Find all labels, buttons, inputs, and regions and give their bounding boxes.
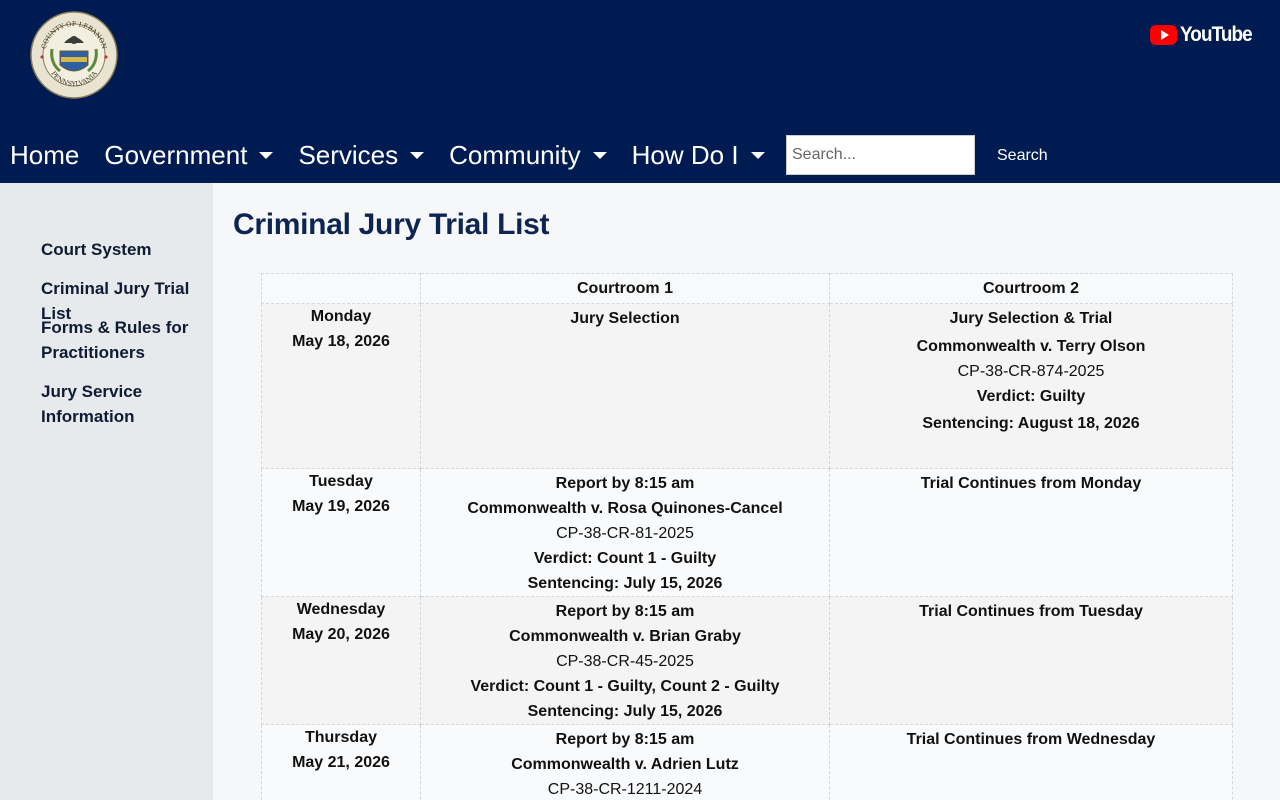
table-header-row: Courtroom 1 Courtroom 2	[261, 273, 1233, 304]
trial-list-table: Courtroom 1 Courtroom 2 Monday May 18, 20…	[261, 273, 1233, 800]
table-cell-courtroom-2: Trial Continues from Monday	[829, 468, 1233, 597]
table-row: Monday May 18, 2026 Jury Selection Jury Sel…	[261, 303, 1233, 469]
table-cell-date: Monday May 18, 2026	[261, 303, 421, 469]
cell-line: Sentencing: July 15, 2026	[527, 575, 723, 592]
nav-government[interactable]: Government	[104, 139, 274, 171]
cell-line: Verdict: Guilty	[976, 388, 1086, 405]
table-cell-courtroom-2: Jury Selection & Trial Commonwealth v. Te…	[829, 303, 1233, 469]
sidebar-item-forms-rules[interactable]: Forms & Rules for Practitioners	[41, 315, 191, 365]
search-input[interactable]	[786, 135, 975, 175]
cell-line: Report by 8:15 am	[555, 731, 695, 748]
cell-line: Sentencing: August 18, 2026	[922, 415, 1140, 432]
cell-line: Verdict: Count 1 - Guilty	[533, 550, 717, 567]
nav-services-label: Services	[298, 139, 399, 170]
nav-how-do-i-label: How Do I	[631, 139, 739, 170]
chevron-down-icon	[750, 151, 765, 159]
day-name: Thursday	[304, 729, 377, 746]
table-cell-date: Wednesday May 20, 2026	[261, 596, 421, 725]
table-header-courtroom-1: Courtroom 1	[420, 273, 830, 304]
table-cell-date: Thursday May 21, 2026	[261, 724, 421, 800]
youtube-label: YouTube	[1180, 23, 1253, 46]
nav-government-label: Government	[104, 139, 248, 170]
chevron-down-icon	[410, 151, 425, 159]
chevron-down-icon	[259, 151, 274, 159]
nav-community[interactable]: Community	[449, 139, 607, 171]
table-cell-date: Tuesday May 19, 2026	[261, 468, 421, 597]
sidebar: Court System Criminal Jury Trial List Fo…	[0, 183, 213, 800]
table-header-date	[261, 273, 421, 304]
cell-line: Commonwealth v. Terry Olson	[916, 338, 1146, 355]
day-name: Tuesday	[309, 473, 373, 490]
table-row: Wednesday May 20, 2026 Report by 8:15 am Co…	[261, 596, 1233, 725]
cell-line: Commonwealth v. Brian Graby	[509, 628, 741, 645]
youtube-link[interactable]: YouTube	[1150, 23, 1260, 47]
day-name: Wednesday	[296, 601, 386, 618]
cell-line: CP-38-CR-45-2025	[556, 653, 694, 670]
cell-line: Trial Continues from Wednesday	[906, 731, 1156, 748]
cell-line: Trial Continues from Monday	[920, 475, 1142, 492]
sidebar-item-jury-service-information[interactable]: Jury Service Information	[41, 379, 151, 429]
day-date: May 18, 2026	[292, 333, 390, 350]
cell-line: Verdict: Count 1 - Guilty, Count 2 - Gui…	[470, 678, 780, 695]
table-cell-courtroom-1: Jury Selection	[420, 303, 830, 469]
cell-line: Jury Selection	[570, 310, 680, 327]
search-button[interactable]: Search	[982, 140, 1063, 172]
table-cell-courtroom-2: Trial Continues from Wednesday	[829, 724, 1233, 800]
main-nav: Home Government Services Community How D…	[0, 136, 765, 174]
nav-community-label: Community	[449, 139, 581, 170]
cell-line: CP-38-CR-1211-2024	[547, 781, 703, 798]
table-cell-courtroom-2: Trial Continues from Tuesday	[829, 596, 1233, 725]
table-cell-courtroom-1: Report by 8:15 am Commonwealth v. Brian G…	[420, 596, 830, 725]
cell-line: Report by 8:15 am	[555, 475, 695, 492]
county-seal-icon[interactable]: COUNTY OF LEBANON PENNSYLVANIA	[30, 11, 118, 99]
table-row: Thursday May 21, 2026 Report by 8:15 am Com…	[261, 724, 1233, 800]
table-row: Tuesday May 19, 2026 Report by 8:15 am Comm…	[261, 468, 1233, 597]
chevron-down-icon	[592, 151, 607, 159]
cell-line: Commonwealth v. Rosa Quinones-Cancel	[467, 500, 783, 517]
cell-line: CP-38-CR-874-2025	[957, 363, 1105, 380]
day-date: May 20, 2026	[292, 626, 390, 643]
sidebar-item-court-system[interactable]: Court System	[41, 237, 211, 262]
day-name: Monday	[310, 308, 372, 325]
table-cell-courtroom-1: Report by 8:15 am Commonwealth v. Rosa Qu…	[420, 468, 830, 597]
nav-services[interactable]: Services	[298, 139, 425, 171]
nav-home-label: Home	[10, 139, 80, 170]
cell-line: CP-38-CR-81-2025	[556, 525, 694, 542]
day-date: May 19, 2026	[292, 498, 390, 515]
youtube-icon	[1150, 25, 1177, 45]
table-body: Monday May 18, 2026 Jury Selection Jury Sel…	[261, 303, 1233, 800]
cell-line: Jury Selection & Trial	[949, 310, 1113, 327]
cell-line: Trial Continues from Tuesday	[919, 603, 1143, 620]
site-header: COUNTY OF LEBANON PENNSYLVANIA YouTube H…	[0, 0, 1280, 183]
cell-line: Commonwealth v. Adrien Lutz	[511, 756, 739, 773]
page-title: Criminal Jury Trial List	[233, 208, 550, 241]
day-date: May 21, 2026	[292, 754, 390, 771]
table-header-courtroom-2: Courtroom 2	[829, 273, 1233, 304]
cell-line: Report by 8:15 am	[555, 603, 695, 620]
table-cell-courtroom-1: Report by 8:15 am Commonwealth v. Adrien …	[420, 724, 830, 800]
nav-home[interactable]: Home	[10, 140, 79, 171]
cell-line: Sentencing: July 15, 2026	[527, 703, 723, 720]
nav-how-do-i[interactable]: How Do I	[632, 140, 765, 171]
